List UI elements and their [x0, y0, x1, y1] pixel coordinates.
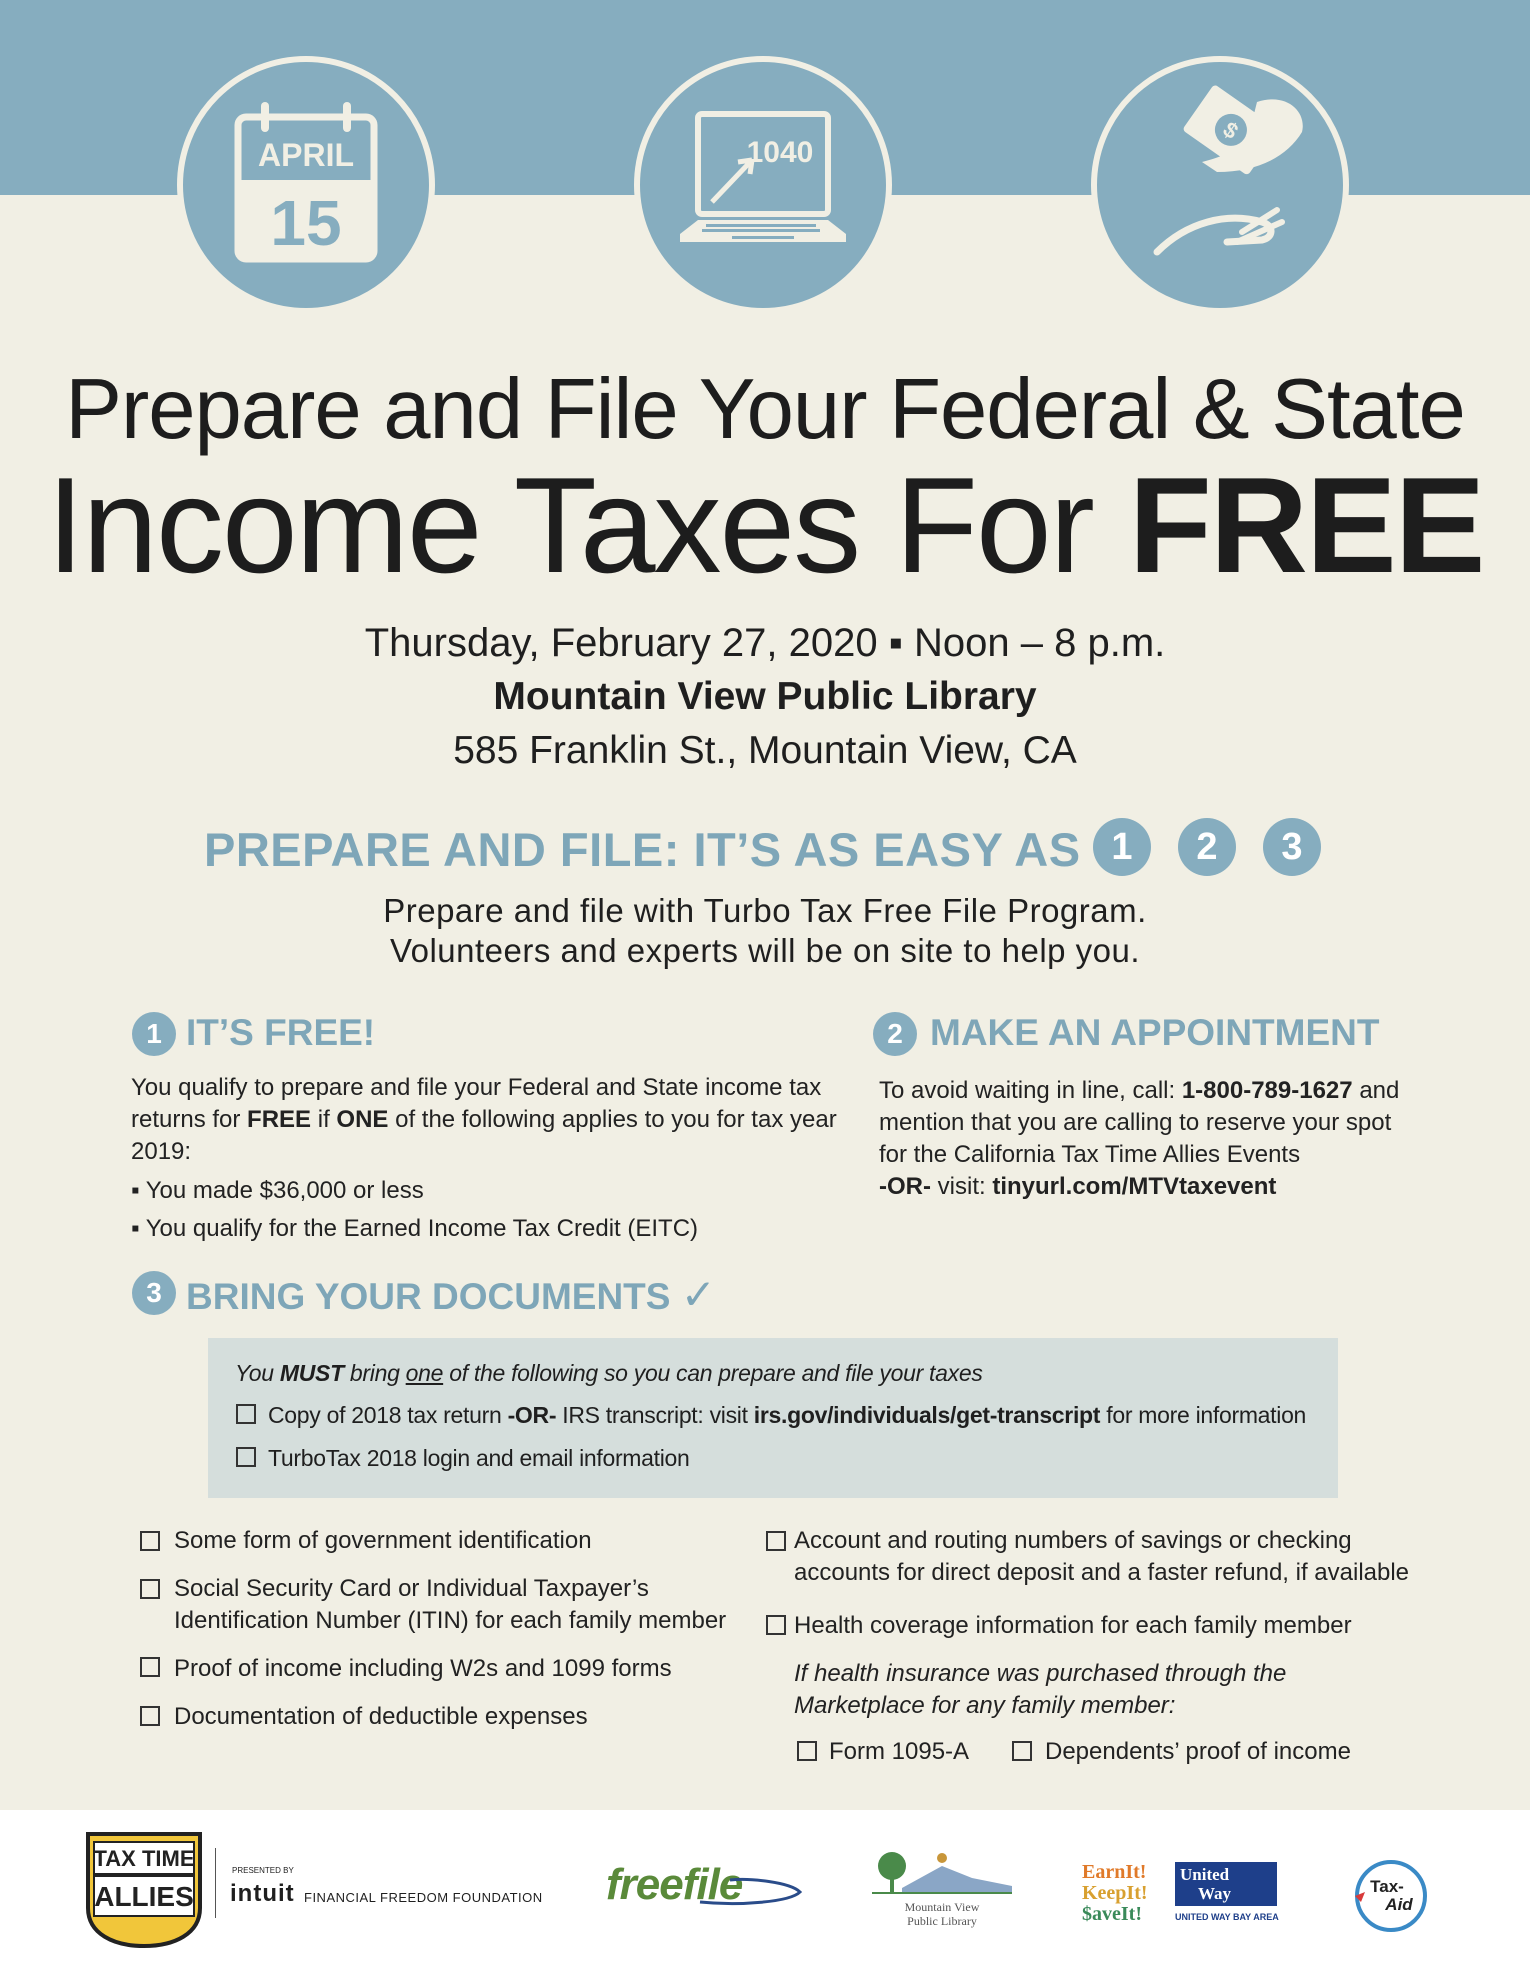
section-1-bullet: ▪ You made $36,000 or less [131, 1177, 424, 1204]
presented-by: PRESENTED BY [232, 1866, 294, 1875]
hands-money-icon: $ [1153, 85, 1303, 256]
sponsor-footer: TAX TIME ALLIES PRESENTED BY intuit FINA… [0, 1810, 1530, 1980]
box-item-turbotax: TurboTax 2018 login and email informatio… [268, 1445, 690, 1471]
checklist-item: Some form of government identification [174, 1527, 592, 1554]
checkbox-dependents[interactable] [1012, 1741, 1032, 1761]
headline-line-2: Income Taxes For FREE [0, 450, 1530, 600]
intuit-foundation: FINANCIAL FREEDOM FOUNDATION [304, 1890, 543, 1905]
must-bring-text: You MUST bring one of the following so y… [235, 1360, 983, 1386]
tta-line-2: ALLIES [94, 1881, 194, 1912]
checkmark-icon: ✓ [680, 1271, 716, 1318]
divider [215, 1848, 216, 1918]
checkbox-income[interactable] [140, 1657, 160, 1677]
event-date-time: Thursday, February 27, 2020 ▪ Noon – 8 p… [364, 621, 1166, 665]
easy-line-1: Prepare and file with Turbo Tax Free Fil… [383, 892, 1147, 929]
section-3-badge: 3 [132, 1271, 176, 1315]
section-2-text: To avoid waiting in line, call: 1-800-78… [879, 1077, 1400, 1200]
checkbox-form-1095a[interactable] [797, 1741, 817, 1761]
easy-heading: PREPARE AND FILE: IT’S AS EASY AS [204, 823, 1081, 876]
checkbox-bank-accounts[interactable] [766, 1531, 786, 1551]
calendar-day: 15 [270, 187, 341, 259]
checkbox-id[interactable] [140, 1531, 160, 1551]
box-item-tax-return: Copy of 2018 tax return -OR- IRS transcr… [268, 1402, 1307, 1428]
checkbox-turbotax-login[interactable] [236, 1447, 256, 1467]
laptop-circle: 1040 [634, 56, 892, 314]
taxaid-line-1: Tax- [1370, 1877, 1404, 1896]
section-3-title: BRING YOUR DOCUMENTS ✓ [186, 1271, 716, 1318]
checklist-item: Dependents’ proof of income [1045, 1738, 1351, 1765]
library-line-2: Public Library [907, 1914, 977, 1928]
united-way-logo: United Way [1175, 1862, 1277, 1906]
intuit-logo: intuit [230, 1880, 295, 1907]
tax-time-allies-logo: TAX TIME ALLIES [86, 1832, 202, 1949]
calendar-month: APRIL [258, 137, 354, 173]
section-1-bullet: ▪ You qualify for the Earned Income Tax … [131, 1215, 699, 1242]
checklist-item: Form 1095-A [829, 1738, 970, 1765]
checklist-item: Social Security Card or Individual Taxpa… [174, 1575, 727, 1634]
checklist-item: Documentation of deductible expenses [174, 1703, 588, 1730]
library-logo-icon [872, 1852, 1012, 1894]
marketplace-note: If health insurance was purchased throug… [794, 1660, 1287, 1719]
checkbox-tax-return[interactable] [236, 1404, 256, 1424]
money-circle: $ [1091, 56, 1349, 314]
laptop-form-number: 1040 [747, 136, 814, 169]
section-1-badge: 1 [132, 1012, 176, 1056]
section-2-title: MAKE AN APPOINTMENT [930, 1012, 1380, 1053]
headline-line-1: Prepare and File Your Federal & State [65, 362, 1465, 457]
calendar-icon: APRIL 15 [234, 102, 378, 263]
event-address: 585 Franklin St., Mountain View, CA [453, 729, 1077, 772]
earnit-logo: EarnIt! KeepIt! $aveIt! [1082, 1861, 1148, 1925]
checklist-item: Account and routing numbers of savings o… [794, 1527, 1410, 1586]
checkbox-health-coverage[interactable] [766, 1615, 786, 1635]
headline-free: FREE [1128, 449, 1486, 601]
checklist-item: Proof of income including W2s and 1099 f… [174, 1655, 672, 1682]
appointment-url-link[interactable]: tinyurl.com/MTVtaxevent [992, 1173, 1276, 1200]
freefile-swoosh-icon [699, 1878, 803, 1906]
step-badge-3: 3 [1263, 818, 1321, 876]
irs-transcript-link[interactable]: irs.gov/individuals/get-transcript [754, 1402, 1101, 1428]
taxaid-line-2: Aid [1384, 1895, 1413, 1914]
step-badge-2: 2 [1178, 818, 1236, 876]
section-1-title: IT’S FREE! [186, 1012, 376, 1053]
checkbox-ssn[interactable] [140, 1579, 160, 1599]
calendar-circle: APRIL 15 [177, 56, 435, 314]
checkbox-deductions[interactable] [140, 1706, 160, 1726]
tax-aid-logo: Tax- Aid [1355, 1860, 1427, 1932]
appointment-phone[interactable]: 1-800-789-1627 [1182, 1077, 1353, 1104]
section-2-badge: 2 [873, 1012, 917, 1056]
library-line-1: Mountain View [904, 1900, 980, 1914]
step-badge-1: 1 [1093, 818, 1151, 876]
united-way-caption: UNITED WAY BAY AREA [1175, 1912, 1279, 1922]
headline-prefix: Income Taxes For [46, 449, 1095, 601]
tta-line-1: TAX TIME [93, 1846, 194, 1871]
checklist-item: Health coverage information for each fam… [794, 1612, 1352, 1639]
easy-line-2: Volunteers and experts will be on site t… [389, 932, 1141, 969]
section-1-text: You qualify to prepare and file your Fed… [131, 1074, 837, 1165]
event-venue: Mountain View Public Library [493, 675, 1037, 718]
laptop-icon: 1040 [680, 111, 846, 242]
